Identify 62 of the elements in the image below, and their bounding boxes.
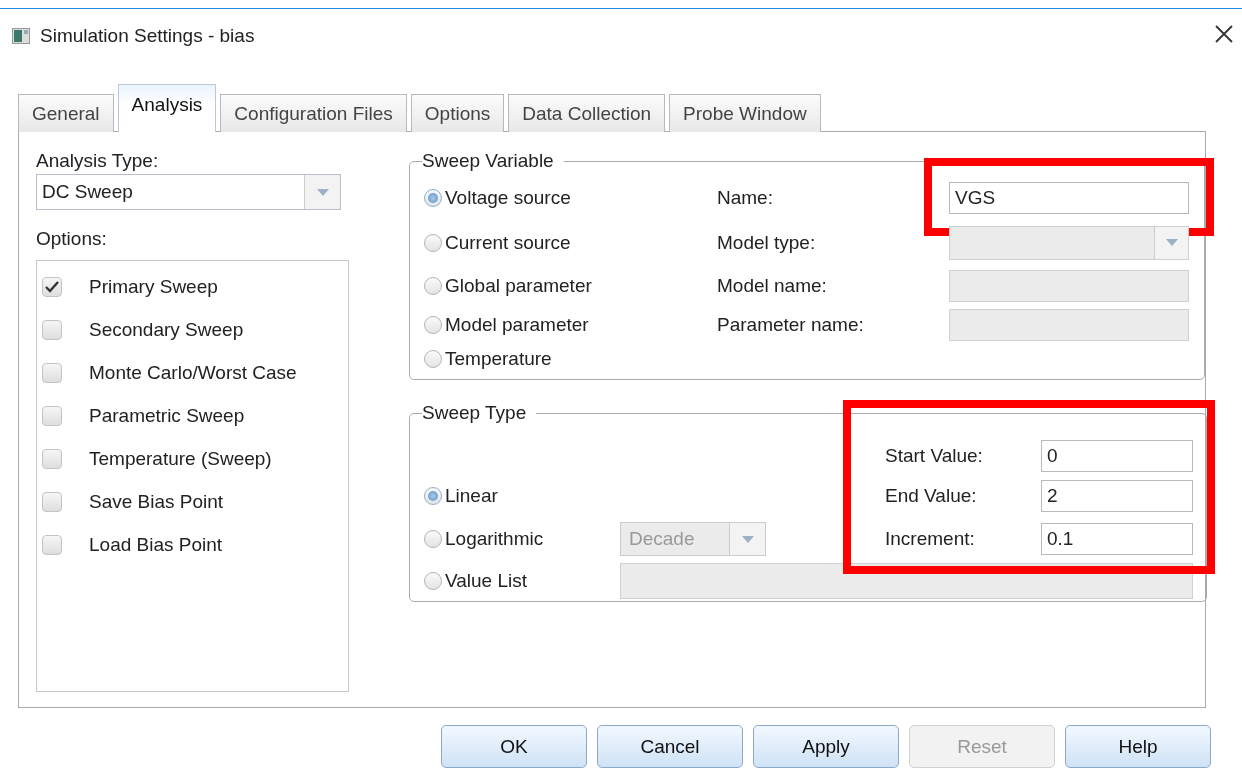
radio-label: Voltage source [445,187,571,209]
field-label: End Value: [885,485,978,507]
tab[interactable]: Options [410,94,505,132]
tab[interactable]: General [18,94,114,132]
checkbox[interactable] [42,362,62,383]
input-field[interactable]: 2 [1041,480,1193,512]
checkbox-label: Load Bias Point [89,533,223,556]
tab[interactable]: Data Collection [508,94,666,132]
tab[interactable]: Configuration Files [220,94,407,132]
dropdown-arrow-icon [316,188,329,196]
dialog-button[interactable]: OK [441,725,587,768]
input-field[interactable]: 0 [1041,440,1193,472]
checkbox[interactable] [42,491,62,512]
radio-label: Global parameter [445,274,592,297]
dropdown-arrow-icon [1165,239,1178,246]
tab[interactable]: Analysis [117,84,217,132]
close-icon[interactable] [1214,24,1234,44]
checkbox[interactable] [42,276,62,297]
input-field[interactable]: VGS [949,182,1189,214]
input-field[interactable]: 0.1 [1041,523,1193,555]
checkbox[interactable] [42,319,62,340]
checkbox-label: Temperature (Sweep) [89,447,272,470]
radio-label: Value List [445,569,528,592]
checkbox[interactable] [42,534,62,555]
checkbox-label: Monte Carlo/Worst Case [89,361,297,384]
radio-label: Logarithmic [445,528,544,550]
checkbox[interactable] [42,405,62,426]
radio-button[interactable] [424,350,442,368]
field-label: Model name: [717,274,828,297]
checkbox[interactable] [42,448,62,469]
field-label: Name: [717,187,774,209]
options-label: Options: [36,228,108,250]
field-label: Start Value: [885,445,984,467]
radio-button[interactable] [424,233,442,252]
radio-label: Linear [445,485,498,507]
radio-label: Model parameter [445,313,589,336]
radio-button[interactable] [424,276,442,295]
field-label: Model type: [717,231,817,254]
checkbox-label: Secondary Sweep [89,318,244,341]
tab[interactable]: Probe Window [669,94,821,132]
field-label: Analysis Type: [36,150,160,172]
window-icon [12,28,30,44]
dropdown-arrow-icon [741,535,754,543]
radio-button[interactable] [424,571,442,590]
group-title: Sweep Variable [422,150,555,172]
field-label: Increment: [885,528,976,550]
field-label: Parameter name: [717,313,865,336]
radio-button[interactable] [424,487,442,505]
dialog-button[interactable]: Apply [753,725,899,768]
radio-label: Temperature [445,348,552,370]
analysis-type-dropdown[interactable]: DC Sweep [36,174,341,210]
window-title: Simulation Settings - bias [40,25,255,47]
radio-button[interactable] [424,530,442,548]
checkbox-label: Parametric Sweep [89,404,245,427]
radio-button[interactable] [424,315,442,334]
checkbox-label: Primary Sweep [89,275,218,298]
dialog-button[interactable]: Cancel [597,725,743,768]
group-title: Sweep Type [422,402,528,424]
radio-label: Current source [445,231,571,254]
radio-button[interactable] [424,189,442,207]
dialog-button[interactable]: Help [1065,725,1211,768]
checkbox-label: Save Bias Point [89,490,224,513]
